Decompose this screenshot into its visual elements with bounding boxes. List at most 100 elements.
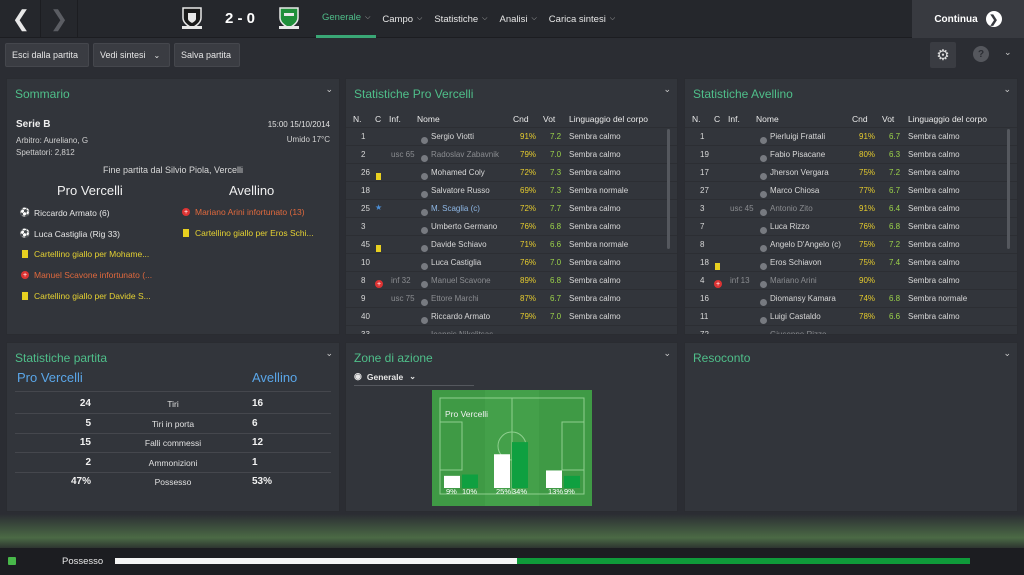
table-row[interactable]: 3 usc 45 Antonio Zito 91% 6.4 Sembra calmo: [685, 199, 1017, 217]
menu-campo[interactable]: Campo ⌵: [376, 0, 428, 38]
player-name[interactable]: Pierluigi Frattali: [770, 132, 825, 141]
table-row[interactable]: 1 Pierluigi Frattali 91% 6.7 Sembra calmo: [685, 127, 1017, 145]
player-name[interactable]: Salvatore Russo: [431, 186, 490, 195]
player-name[interactable]: Angelo D'Angelo (c): [770, 240, 841, 249]
table-row[interactable]: 18 Eros Schiavon 75% 7.4 Sembra calmo: [685, 253, 1017, 271]
shirt-number: 72: [700, 330, 709, 335]
col-cnd[interactable]: Cnd: [852, 114, 868, 124]
table-row[interactable]: 10 Luca Castiglia 76% 7.0 Sembra calmo: [346, 253, 677, 271]
player-name[interactable]: Jherson Vergara: [770, 168, 829, 177]
event-text: Riccardo Armato (6): [34, 207, 110, 218]
col-vot[interactable]: Vot: [882, 114, 894, 124]
back-arrow-icon[interactable]: ❮: [2, 0, 40, 38]
chevron-down-icon[interactable]: ⌄: [1003, 84, 1011, 95]
player-name[interactable]: Davide Schiavo: [431, 240, 487, 249]
chevron-down-icon[interactable]: ⌄: [325, 84, 333, 95]
col-body-language[interactable]: Linguaggio del corpo: [569, 114, 648, 124]
scrollbar[interactable]: [667, 129, 670, 249]
exit-match-button[interactable]: Esci dalla partita: [5, 43, 89, 67]
event-goal: ⚽ Luca Castiglia (Rig 33): [20, 228, 120, 239]
table-row[interactable]: 33 Ioannis Nikolitsas -: [346, 325, 677, 334]
player-name[interactable]: Riccardo Armato: [431, 312, 490, 321]
table-row[interactable]: 1 Sergio Viotti 91% 7.2 Sembra calmo: [346, 127, 677, 145]
col-c[interactable]: C: [375, 114, 381, 124]
table-row[interactable]: 25 ★ M. Scaglia (c) 72% 7.7 Sembra calmo: [346, 199, 677, 217]
player-name[interactable]: Antonio Zito: [770, 204, 813, 213]
col-body-language[interactable]: Linguaggio del corpo: [908, 114, 987, 124]
player-name[interactable]: Manuel Scavone: [431, 276, 491, 285]
help-icon[interactable]: ?: [973, 46, 989, 62]
col-n[interactable]: N.: [692, 114, 701, 124]
table-row[interactable]: 19 Fabio Pisacane 80% 6.3 Sembra calmo: [685, 145, 1017, 163]
forward-arrow-icon[interactable]: ❯: [40, 0, 78, 38]
player-name[interactable]: Luca Castiglia: [431, 258, 481, 267]
stat-label: Falli commessi: [144, 438, 202, 449]
player-name[interactable]: Marco Chiosa: [770, 186, 819, 195]
player-name[interactable]: Luigi Castaldo: [770, 312, 821, 321]
table-row[interactable]: 72 Giuseppe Rizzo -: [685, 325, 1017, 335]
table-row[interactable]: 27 Marco Chiosa 77% 6.7 Sembra calmo: [685, 181, 1017, 199]
table-row[interactable]: 16 Diomansy Kamara 74% 6.8 Sembra normale: [685, 289, 1017, 307]
table-row[interactable]: 18 Salvatore Russo 69% 7.3 Sembra normale: [346, 181, 677, 199]
table-row[interactable]: 8 Angelo D'Angelo (c) 75% 7.2 Sembra calmo: [685, 235, 1017, 253]
col-inf[interactable]: Inf.: [389, 114, 401, 124]
player-name[interactable]: Eros Schiavon: [770, 258, 822, 267]
body-language: Sembra calmo: [569, 132, 621, 141]
table-row[interactable]: 7 Luca Rizzo 76% 6.8 Sembra calmo: [685, 217, 1017, 235]
menu-analisi[interactable]: Analisi ⌵: [493, 0, 542, 38]
player-name[interactable]: Mohamed Coly: [431, 168, 485, 177]
chevron-down-icon[interactable]: ⌄: [1003, 348, 1011, 359]
table-row[interactable]: 9 usc 75 Ettore Marchi 87% 6.7 Sembra calmo: [346, 289, 677, 307]
table-row[interactable]: 26 Mohamed Coly 72% 7.3 Sembra calmo: [346, 163, 677, 181]
table-row[interactable]: 3 Umberto Germano 76% 6.8 Sembra calmo: [346, 217, 677, 235]
table-row[interactable]: 8 + inf 32 Manuel Scavone 89% 6.8 Sembra calmo: [346, 271, 677, 289]
player-name[interactable]: Ioannis Nikolitsas: [431, 330, 493, 334]
chevron-down-icon: ⌄: [409, 372, 416, 381]
col-n[interactable]: N.: [353, 114, 362, 124]
col-inf[interactable]: Inf.: [728, 114, 740, 124]
player-name[interactable]: Diomansy Kamara: [770, 294, 836, 303]
col-c[interactable]: C: [714, 114, 720, 124]
shirt-number: 1: [700, 132, 705, 141]
table-row[interactable]: 40 Riccardo Armato 79% 7.0 Sembra calmo: [346, 307, 677, 325]
condition: 78%: [859, 312, 876, 321]
possession-fill: [115, 558, 517, 564]
menu-label: Statistiche: [434, 13, 479, 25]
table-row[interactable]: 11 Luigi Castaldo 78% 6.6 Sembra calmo: [685, 307, 1017, 325]
chevron-down-icon[interactable]: ⌄: [663, 84, 671, 95]
player-name[interactable]: Giuseppe Rizzo: [770, 330, 826, 334]
player-name[interactable]: Ettore Marchi: [431, 294, 479, 303]
match-icon[interactable]: [8, 557, 16, 565]
ball-icon: ⚽: [19, 207, 31, 217]
zone-filter-dropdown[interactable]: ◉ Generale ⌄: [354, 368, 474, 386]
chevron-down-icon[interactable]: ⌄: [663, 348, 671, 359]
menu-carica-sintesi[interactable]: Carica sintesi ⌵: [543, 0, 621, 38]
gear-icon[interactable]: ⚙: [930, 42, 956, 68]
player-name[interactable]: Umberto Germano: [431, 222, 497, 231]
scrollbar[interactable]: [1007, 129, 1010, 249]
player-name[interactable]: Sergio Viotti: [431, 132, 474, 141]
save-match-button[interactable]: Salva partita: [174, 43, 240, 67]
player-name[interactable]: Mariano Arini: [770, 276, 817, 285]
view-summary-dropdown[interactable]: Vedi sintesi ⌄: [93, 43, 170, 67]
table-row[interactable]: 45 Davide Schiavo 71% 6.6 Sembra normale: [346, 235, 677, 253]
table-row[interactable]: 4 + inf 13 Mariano Arini 90% Sembra calmo: [685, 271, 1017, 289]
player-name[interactable]: Radoslav Zabavnik: [431, 150, 499, 159]
menu-generale[interactable]: Generale ⌵: [316, 0, 377, 38]
player-name[interactable]: Fabio Pisacane: [770, 150, 825, 159]
continue-button[interactable]: Continua ❯: [912, 0, 1024, 38]
table-row[interactable]: 17 Jherson Vergara 75% 7.2 Sembra calmo: [685, 163, 1017, 181]
table-row[interactable]: 2 usc 65 Radoslav Zabavnik 79% 7.0 Sembra cal…: [346, 145, 677, 163]
player-name[interactable]: M. Scaglia (c): [431, 204, 480, 213]
menu-statistiche[interactable]: Statistiche ⌵: [428, 0, 493, 38]
shirt-number: 17: [700, 168, 709, 177]
chevron-down-icon[interactable]: ⌄: [325, 348, 333, 359]
player-name[interactable]: Luca Rizzo: [770, 222, 810, 231]
chevron-down-icon[interactable]: ⌄: [1004, 47, 1012, 58]
body-language: Sembra calmo: [569, 150, 621, 159]
col-name[interactable]: Nome: [756, 114, 779, 124]
col-name[interactable]: Nome: [417, 114, 440, 124]
col-cnd[interactable]: Cnd: [513, 114, 529, 124]
condition: 75%: [859, 168, 876, 177]
col-vot[interactable]: Vot: [543, 114, 555, 124]
